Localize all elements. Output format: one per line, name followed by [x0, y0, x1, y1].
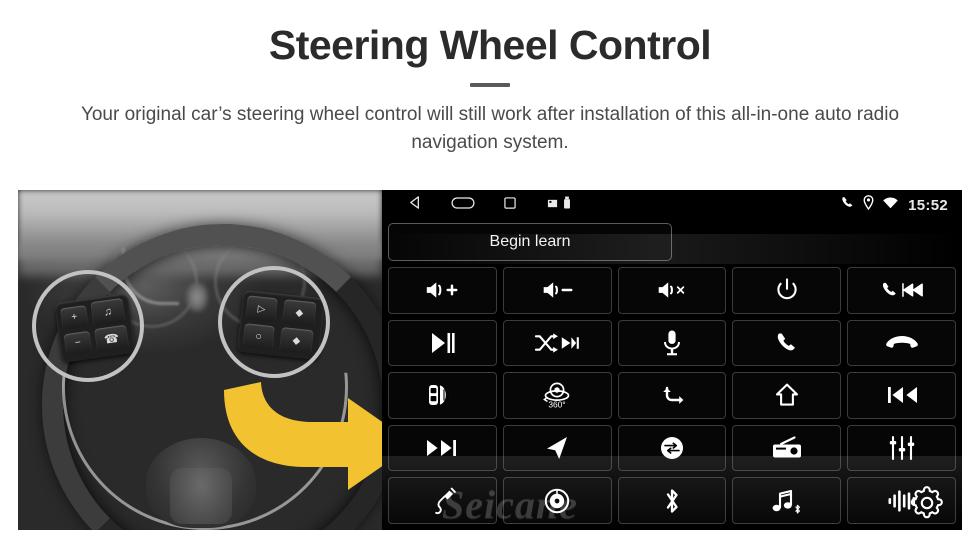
svg-text:360°: 360° [549, 400, 566, 410]
wifi-icon [882, 196, 899, 215]
system-navigation-bar [408, 195, 571, 215]
radio-button[interactable] [732, 424, 842, 472]
steering-wheel-function-grid: 360° [382, 261, 962, 530]
camera-360-button[interactable]: 360° [502, 372, 612, 419]
play-pause-icon [427, 330, 457, 356]
mute-button[interactable] [617, 267, 727, 314]
power-icon [774, 277, 800, 303]
radio-icon [770, 436, 804, 460]
title-divider [470, 83, 510, 88]
status-bar: 15:52 [382, 190, 962, 220]
next-track-icon [425, 437, 459, 459]
dvd-button[interactable] [502, 477, 612, 524]
volume-up-button[interactable] [388, 267, 497, 314]
volume-down-button[interactable] [502, 267, 612, 314]
learn-row: Begin learn [382, 220, 962, 261]
back-button[interactable] [617, 372, 727, 419]
camera-360-icon: 360° [539, 380, 575, 410]
hang-up-icon [885, 333, 919, 353]
volume-mute-icon [653, 278, 691, 302]
begin-learn-button[interactable]: Begin learn [388, 223, 672, 261]
page-title: Steering Wheel Control [268, 22, 712, 68]
bluetooth-icon [662, 487, 682, 515]
next-track-button[interactable] [388, 424, 497, 472]
aux-cable-icon [427, 487, 457, 515]
page-header: Steering Wheel Control Your original car… [0, 0, 980, 156]
play-pause-button[interactable] [388, 319, 497, 367]
home-button[interactable] [732, 372, 842, 419]
aux-link-button[interactable] [388, 477, 497, 524]
steering-wheel-hub-center [170, 468, 232, 524]
call-previous-button[interactable] [847, 267, 956, 314]
head-unit-screen: 15:52 Begin learn 360° [382, 190, 962, 530]
sd-card-icon [547, 196, 558, 214]
back-arrow-icon [658, 383, 686, 407]
volume-up-icon [423, 278, 461, 302]
recents-icon[interactable] [503, 196, 517, 215]
bluetooth-music-button[interactable] [732, 477, 842, 524]
equalizer-button[interactable] [847, 424, 956, 472]
status-clock: 15:52 [908, 196, 948, 214]
navigation-arrow-icon [543, 434, 571, 462]
parking-radar-button[interactable] [388, 372, 497, 419]
equalizer-icon [888, 435, 916, 461]
power-button[interactable] [732, 267, 842, 314]
phone-icon [774, 330, 800, 356]
phone-signal-icon [840, 195, 855, 215]
left-control-cluster-highlight [32, 270, 144, 382]
source-swap-icon [659, 435, 685, 461]
shuffle-next-button[interactable] [502, 319, 612, 367]
end-call-button[interactable] [847, 319, 956, 367]
settings-button[interactable] [906, 482, 948, 524]
voice-mic-button[interactable] [617, 319, 727, 367]
location-icon [862, 195, 875, 215]
steering-wheel-control-page: Steering Wheel Control Your original car… [0, 0, 980, 548]
page-subtitle: Your original car’s steering wheel contr… [80, 104, 900, 153]
parking-radar-icon [423, 382, 461, 408]
shuffle-next-icon [534, 331, 580, 355]
storage-indicators [547, 196, 571, 214]
gear-icon [910, 486, 943, 519]
home-icon [774, 382, 800, 408]
volume-down-icon [538, 278, 576, 302]
bluetooth-music-icon [770, 488, 804, 514]
media-strip: + − ♫ ☎ ▷ ○ ◆ ◆ 15:52 Begin learn 360° [18, 190, 962, 530]
phone-previous-icon [880, 278, 924, 302]
steering-wheel-photo: + − ♫ ☎ ▷ ○ ◆ ◆ [18, 190, 382, 530]
previous-track-icon [885, 384, 919, 406]
dvd-disc-icon [544, 488, 570, 514]
microphone-icon [662, 329, 682, 357]
right-control-cluster-highlight [218, 266, 330, 378]
home-icon[interactable] [451, 196, 475, 215]
previous-track-button[interactable] [847, 372, 956, 419]
status-indicators: 15:52 [840, 195, 948, 215]
answer-call-button[interactable] [732, 319, 842, 367]
source-switch-button[interactable] [617, 424, 727, 472]
usb-icon [563, 196, 571, 214]
bluetooth-button[interactable] [617, 477, 727, 524]
navigation-button[interactable] [502, 424, 612, 472]
back-icon[interactable] [408, 195, 423, 215]
